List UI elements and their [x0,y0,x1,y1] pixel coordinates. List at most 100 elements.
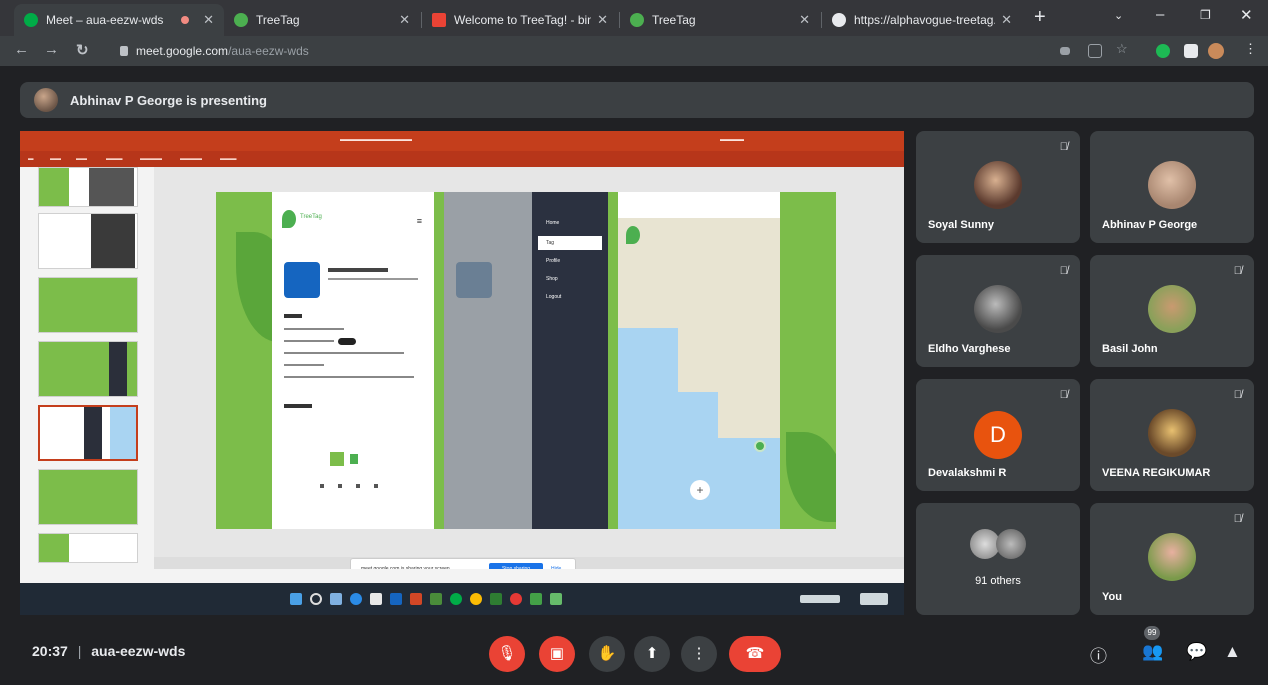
tab-welcome[interactable]: Welcome to TreeTag! - binu ✕ [422,4,618,36]
people-icon[interactable]: 👥 [1142,642,1163,662]
tab-title: Meet – aua-eezw-wds [46,13,164,27]
chrome-menu-icon[interactable]: ⋮ [1244,41,1258,56]
camera-in-use-icon[interactable] [1060,47,1070,55]
chrome-icon [470,593,482,605]
meeting-info-icon[interactable]: ⓘ [1090,642,1107,667]
mic-off-icon: 🎙̸ [1059,389,1068,401]
self-tile[interactable]: 🎙̸ You [1090,503,1254,615]
new-tab-icon[interactable]: + [1034,6,1046,29]
url-path: /aua-eezw-wds [228,44,309,58]
activities-icon[interactable]: ▲ [1224,642,1241,662]
participant-name: Basil John [1102,343,1158,355]
close-tab-icon[interactable]: ✕ [1001,12,1012,28]
minimize-icon[interactable]: – [1156,6,1164,23]
phone-menu-home: Home [546,220,560,226]
close-tab-icon[interactable]: ✕ [597,12,608,28]
mail-icon [390,593,402,605]
present-now-button[interactable]: ⬆ [634,636,670,672]
chat-icon[interactable]: 💬 [1186,642,1207,662]
treetag-favicon-icon [630,13,644,27]
globe-favicon-icon [832,13,846,27]
participant-avatar [1148,161,1196,209]
mic-off-button[interactable]: 🎙 [489,636,525,672]
participant-tile[interactable]: 🎙̸ Basil John [1090,255,1254,367]
tab-meet[interactable]: Meet – aua-eezw-wds ✕ [14,4,224,36]
slide-thumbnail[interactable] [38,469,138,525]
extensions-puzzle-icon[interactable] [1184,44,1198,58]
participant-tile[interactable]: Abhinav P George [1090,131,1254,243]
extension-icon[interactable] [1156,44,1170,58]
profile-heading-line [284,314,302,318]
meet-favicon-icon [24,13,38,27]
app-icon [490,593,502,605]
recording-dot-icon [181,16,190,24]
app-icon [510,593,522,605]
profile-photo-dimmed [456,262,492,298]
hamburger-menu-icon: ≡ [416,216,422,226]
app-icon [550,593,562,605]
treetag-logo-icon [626,226,640,244]
tab-treetag-1[interactable]: TreeTag ✕ [224,4,420,36]
phone-map-screenshot: + [618,192,780,529]
restore-icon[interactable]: ❐ [1200,8,1211,22]
profile-photo [284,262,320,298]
system-tray [800,595,840,603]
app-icon [530,593,542,605]
participant-tile[interactable]: 🎙̸ VEENA REGIKUMAR [1090,379,1254,491]
windows-start-icon [290,593,302,605]
participant-name: VEENA REGIKUMAR [1102,467,1211,479]
close-window-icon[interactable]: ✕ [1240,6,1253,24]
tab-treetag-2[interactable]: TreeTag ✕ [620,4,820,36]
powerpoint-user: ▬▬▬▬ [720,137,744,143]
mic-off-icon: 🎙̸ [1233,389,1242,401]
participant-avatar [1148,409,1196,457]
participant-tile[interactable]: 🎙̸ Eldho Varghese [916,255,1080,367]
map-add-button-icon: + [690,480,710,500]
meeting-details: 20:37 | aua-eezw-wds [32,643,185,659]
tab-title: TreeTag [256,13,300,27]
map-header [618,192,780,218]
address-bar[interactable]: meet.google.com/aua-eezw-wds [110,39,1040,63]
install-app-icon[interactable] [1088,44,1102,58]
slide-canvas: TreeTag ≡ Home Tag Profile Shop Logout + [216,192,836,529]
slide-thumbnail[interactable] [38,167,138,207]
close-tab-icon[interactable]: ✕ [399,12,410,28]
leave-call-button[interactable]: ☎ [729,636,781,672]
tab-strip: Meet – aua-eezw-wds ✕ TreeTag ✕ Welcome … [0,0,1268,36]
slide-thumbnail[interactable] [38,341,138,397]
reload-icon[interactable]: ↻ [76,41,89,59]
camera-off-button[interactable]: ▣ [539,636,575,672]
close-tab-icon[interactable]: ✕ [799,12,810,28]
powerpoint-icon [410,593,422,605]
close-tab-icon[interactable]: ✕ [203,12,214,28]
powerpoint-workspace: TreeTag ≡ Home Tag Profile Shop Logout + [20,167,904,569]
participant-tile[interactable]: 🎙̸ D Devalakshmi R [916,379,1080,491]
bookmark-star-icon[interactable]: ☆ [1116,41,1130,56]
tab-search-icon[interactable]: ⌄ [1114,9,1123,22]
slide-thumbnail[interactable] [38,277,138,333]
participant-tile[interactable]: 🎙̸ Soyal Sunny [916,131,1080,243]
raise-hand-button[interactable]: ✋ [589,636,625,672]
slide-thumbnails-pane [20,167,154,569]
powerpoint-status-bar [20,569,904,583]
presentation-stage: ▬▬▬▬▬▬▬▬▬▬▬▬ ▬▬▬▬ ▬ ▬▬ ▬▬ ▬▬▬ ▬▬▬▬ ▬▬▬▬ ▬▬▬ Tr… [20,131,904,615]
profile-avatar[interactable] [1208,43,1224,59]
text-line [284,352,404,354]
forward-icon[interactable]: → [44,41,59,58]
text-line [284,364,324,366]
slide-thumbnail-selected[interactable] [38,405,138,461]
slide-thumbnail[interactable] [38,533,138,563]
phone-profile-screenshot: TreeTag ≡ [272,192,434,529]
presenter-avatar [34,88,58,112]
powerpoint-title-bar: ▬▬▬▬▬▬▬▬▬▬▬▬ ▬▬▬▬ [20,131,904,151]
participant-count-badge: 99 [1144,626,1160,640]
windows-taskbar [20,583,904,615]
task-view-icon [330,593,342,605]
back-icon[interactable]: ← [14,41,29,58]
more-options-button[interactable]: ⋮ [681,636,717,672]
participant-name: Soyal Sunny [928,219,995,231]
profile-email-line [328,278,418,280]
slide-thumbnail[interactable] [38,213,138,269]
tab-alphavogue[interactable]: https://alphavogue-treetag. ✕ [822,4,1022,36]
others-tile[interactable]: 91 others [916,503,1080,615]
